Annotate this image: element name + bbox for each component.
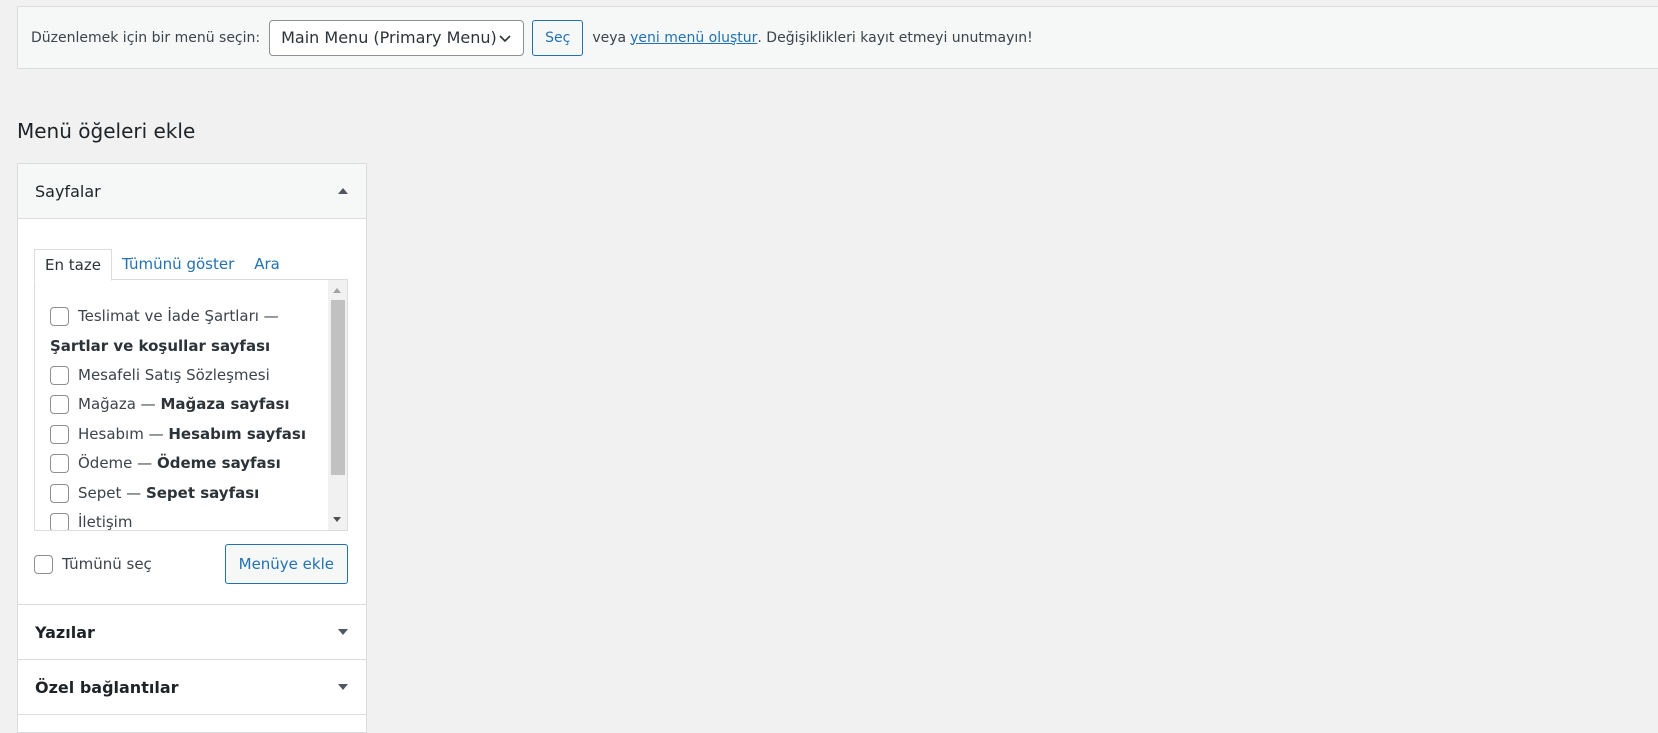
select-all-checkbox[interactable]	[34, 554, 53, 574]
page-label: İletişim	[78, 513, 133, 531]
custom-links-section-title: Özel bağlantılar	[35, 677, 179, 697]
save-reminder-text: . Değişiklikleri kayıt etmeyi unutmayın!	[757, 29, 1033, 46]
add-menu-items-panel: Sayfalar En taze Tümünü göster Ara Tesli…	[17, 163, 367, 733]
page-label: Mesafeli Satış Sözleşmesi	[78, 365, 270, 384]
scroll-down-arrow-icon[interactable]	[333, 517, 341, 522]
page-note: Sepet sayfası	[145, 483, 260, 502]
chevron-down-icon	[499, 34, 511, 42]
menu-select-bar: Düzenlemek için bir menü seçin: Main Men…	[17, 6, 1658, 69]
list-item[interactable]: Sepet — Sepet sayfası	[50, 479, 310, 509]
page-title: Menü öğeleri ekle	[17, 119, 196, 143]
posts-section-header[interactable]: Yazılar	[18, 605, 366, 660]
page-checkbox[interactable]	[50, 365, 69, 385]
menu-select-value: Main Menu (Primary Menu)	[281, 28, 497, 47]
select-menu-button[interactable]: Seç	[532, 19, 584, 56]
pages-section-title: Sayfalar	[35, 181, 101, 201]
pages-section-body: En taze Tümünü göster Ara Teslimat ve İa…	[18, 219, 366, 605]
list-item[interactable]: Mesafeli Satış Sözleşmesi	[50, 361, 310, 391]
create-menu-link[interactable]: yeni menü oluştur	[630, 30, 757, 46]
page-label: Hesabım —	[78, 424, 164, 443]
page-checkbox[interactable]	[50, 307, 69, 326]
page-checkbox[interactable]	[50, 424, 69, 444]
page-label: Ödeme —	[78, 454, 153, 472]
list-item[interactable]: Hesabım — Hesabım sayfası	[50, 420, 310, 450]
add-to-menu-button[interactable]: Menüye ekle	[224, 544, 348, 584]
page-checkbox[interactable]	[50, 395, 69, 414]
menu-select-dropdown[interactable]: Main Menu (Primary Menu)	[269, 19, 525, 56]
scroll-up-arrow-icon[interactable]	[333, 288, 341, 293]
list-item[interactable]: Teslimat ve İade Şartları —	[50, 302, 310, 332]
list-item[interactable]: İletişim	[50, 508, 310, 531]
tab-search[interactable]: Ara	[244, 249, 290, 279]
pages-section-header[interactable]: Sayfalar	[18, 164, 366, 219]
page-note: Şartlar ve koşullar sayfası	[50, 336, 271, 355]
pages-footer: Tümünü seç Menüye ekle	[34, 544, 348, 584]
expand-arrow-icon[interactable]	[338, 629, 348, 635]
expand-arrow-icon[interactable]	[338, 684, 348, 690]
page-checkbox[interactable]	[50, 513, 69, 530]
custom-links-section-header[interactable]: Özel bağlantılar	[18, 660, 366, 715]
page-label: Sepet —	[78, 483, 142, 502]
page-label: Teslimat ve İade Şartları —	[78, 307, 279, 325]
select-all-control[interactable]: Tümünü seç	[34, 554, 152, 574]
list-item[interactable]: Ödeme — Ödeme sayfası	[50, 449, 310, 479]
list-item[interactable]: Mağaza — Mağaza sayfası	[50, 390, 310, 420]
page-note: Ödeme sayfası	[156, 454, 281, 472]
collapse-arrow-icon[interactable]	[338, 188, 348, 194]
scrollbar-thumb[interactable]	[331, 300, 345, 475]
or-text: veya	[592, 29, 627, 46]
page-note: Mağaza sayfası	[160, 395, 290, 413]
pages-tabs: En taze Tümünü göster Ara	[34, 249, 290, 281]
pages-checklist[interactable]: Teslimat ve İade Şartları — Şartlar ve k…	[34, 279, 348, 531]
menu-select-prompt: Düzenlemek için bir menü seçin:	[31, 29, 261, 46]
list-scrollbar[interactable]	[328, 280, 347, 530]
page-note: Hesabım sayfası	[168, 424, 306, 443]
tab-most-recent[interactable]: En taze	[34, 249, 112, 281]
tab-view-all[interactable]: Tümünü göster	[112, 249, 244, 279]
page-label: Mağaza —	[78, 395, 156, 413]
page-checkbox[interactable]	[50, 483, 69, 503]
posts-section-title: Yazılar	[35, 622, 95, 642]
page-checkbox[interactable]	[50, 454, 69, 473]
select-all-label: Tümünü seç	[62, 555, 152, 573]
